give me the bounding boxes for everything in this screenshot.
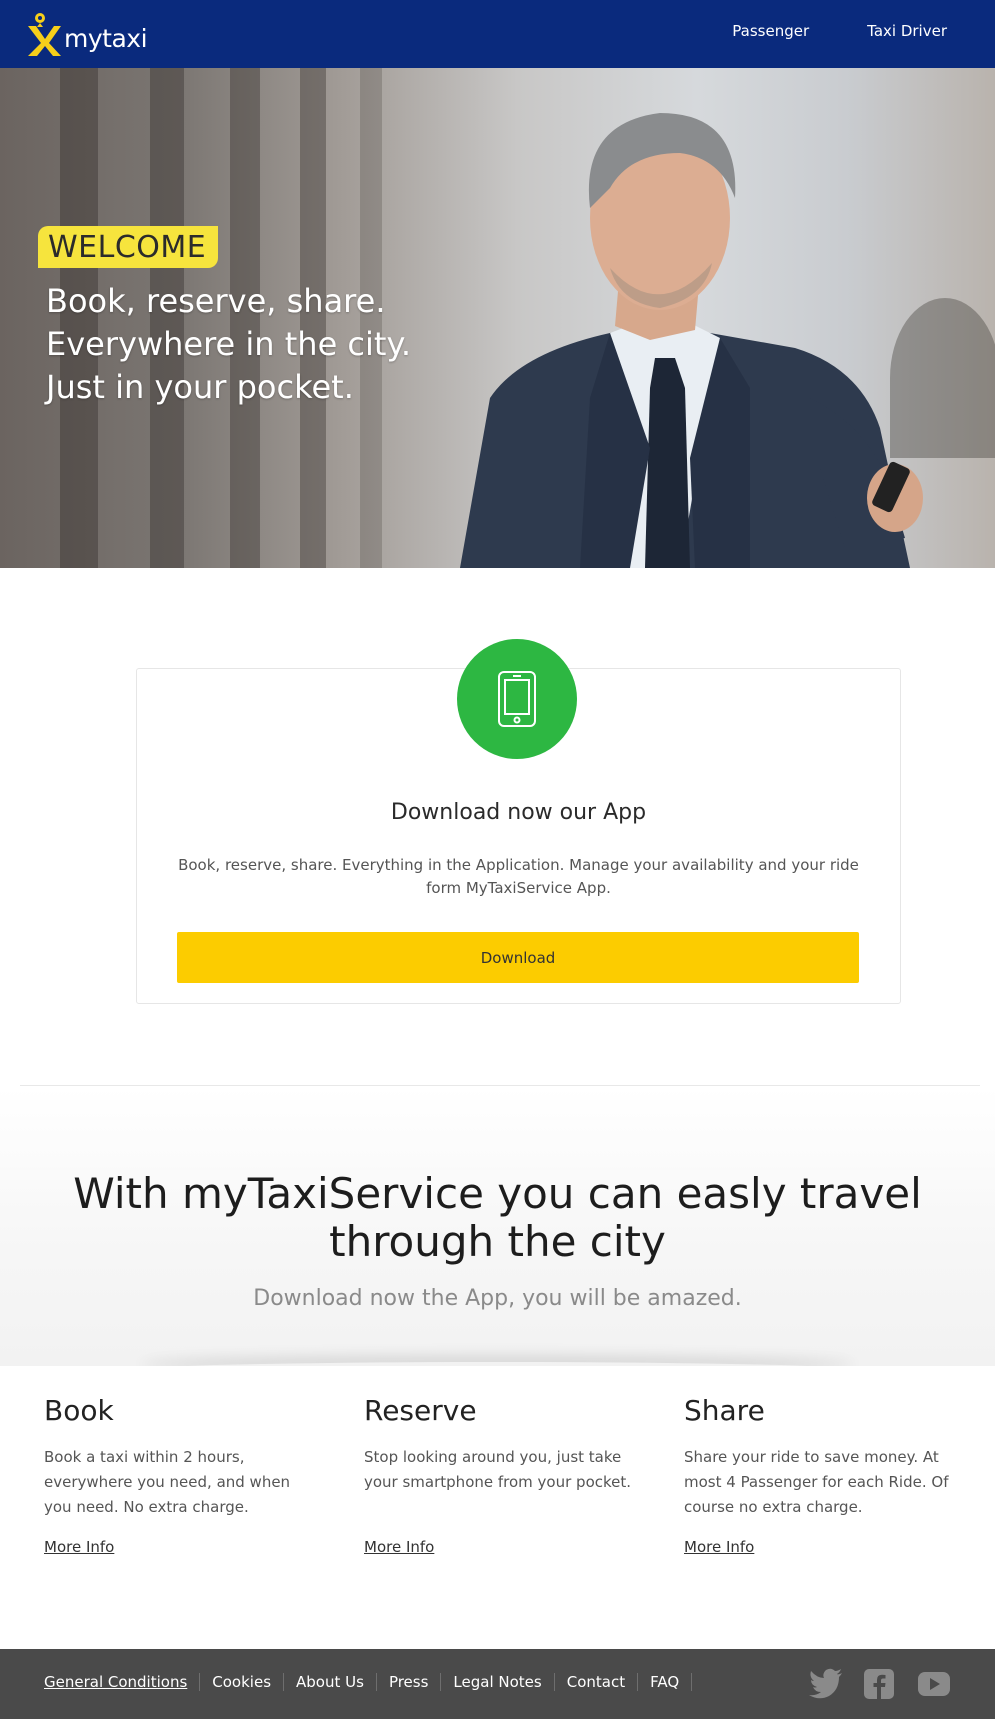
social-links <box>809 1668 951 1700</box>
footer-link-cookies[interactable]: Cookies <box>200 1673 285 1691</box>
more-info-link[interactable]: More Info <box>684 1538 754 1556</box>
footer-link-faq[interactable]: FAQ <box>638 1673 693 1691</box>
more-info-link[interactable]: More Info <box>364 1538 434 1556</box>
twitter-icon[interactable] <box>809 1668 843 1700</box>
brand-name: mytaxi <box>64 23 148 53</box>
footer-link-press[interactable]: Press <box>377 1673 442 1691</box>
download-button[interactable]: Download <box>177 932 859 983</box>
welcome-badge: WELCOME <box>38 226 219 268</box>
feature-text: Share your ride to save money. At most 4… <box>684 1448 949 1516</box>
card-title: Download now our App <box>390 800 647 825</box>
travel-heading: With myTaxiService you can easly travel … <box>73 1169 922 1266</box>
nav-passenger[interactable]: Passenger <box>732 22 809 40</box>
mytaxi-logo[interactable]: mytaxi <box>26 10 148 58</box>
main-nav: Passenger Taxi Driver <box>732 22 947 40</box>
feature-text: Stop looking around you, just take your … <box>364 1448 632 1491</box>
feature-text: Book a taxi within 2 hours, everywhere y… <box>44 1448 291 1516</box>
feature-title: Share <box>684 1394 765 1427</box>
card-description: Book, reserve, share. Everything in the … <box>178 856 859 897</box>
hero-line: Everywhere in the city. <box>46 325 411 363</box>
hero-tagline: Book, reserve, share. Everywhere in the … <box>46 280 411 409</box>
feature-reserve: Reserve Stop looking around you, just ta… <box>364 1394 634 1556</box>
hero-line: Just in your pocket. <box>46 368 354 406</box>
feature-title: Reserve <box>364 1394 477 1427</box>
feature-share: Share Share your ride to save money. At … <box>684 1394 954 1556</box>
more-info-link[interactable]: More Info <box>44 1538 114 1556</box>
footer-link-legal-notes[interactable]: Legal Notes <box>441 1673 555 1691</box>
feature-title: Book <box>44 1394 114 1427</box>
logo-x-icon <box>26 12 62 56</box>
hero-line: Book, reserve, share. <box>46 282 386 320</box>
top-navigation-bar: mytaxi Passenger Taxi Driver <box>0 0 995 68</box>
nav-taxi-driver[interactable]: Taxi Driver <box>867 22 947 40</box>
footer-link-about-us[interactable]: About Us <box>284 1673 377 1691</box>
hero-banner: WELCOME Book, reserve, share. Everywhere… <box>0 68 995 568</box>
smartphone-icon <box>457 639 577 759</box>
youtube-icon[interactable] <box>917 1668 951 1700</box>
footer-link-general-conditions[interactable]: General Conditions <box>44 1673 201 1691</box>
facebook-icon[interactable] <box>863 1668 897 1700</box>
feature-book: Book Book a taxi within 2 hours, everywh… <box>44 1394 314 1556</box>
footer-links: General Conditions Cookies About Us Pres… <box>44 1673 693 1691</box>
page-footer: General Conditions Cookies About Us Pres… <box>0 1649 995 1719</box>
travel-subheading: Download now the App, you will be amazed… <box>253 1286 742 1311</box>
footer-link-contact[interactable]: Contact <box>555 1673 639 1691</box>
businessman-photo <box>460 113 923 568</box>
